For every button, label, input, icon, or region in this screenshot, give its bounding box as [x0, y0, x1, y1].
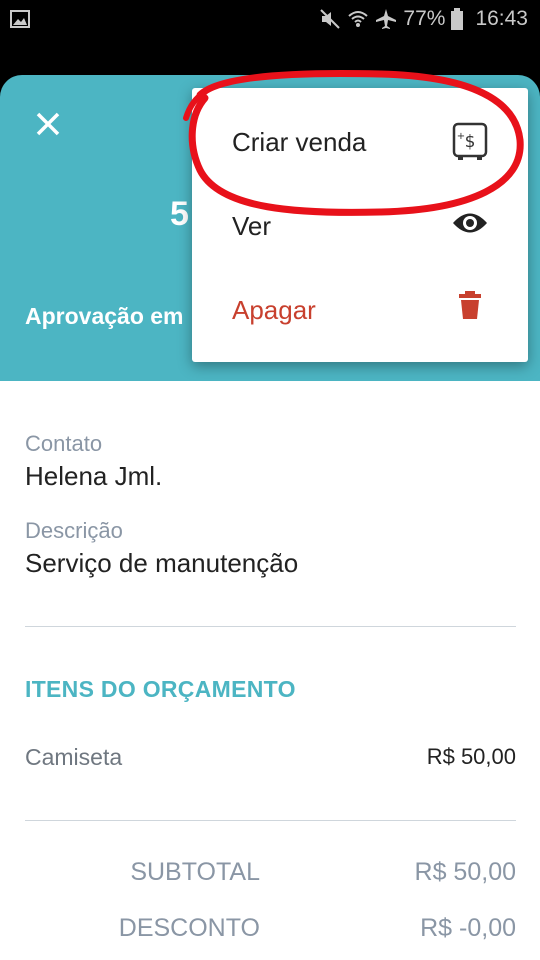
status-bar: 77% 16:43 [0, 0, 540, 37]
menu-item-create-sale[interactable]: Criar venda $ + [192, 100, 528, 184]
wifi-icon [347, 8, 369, 30]
airplane-mode-icon [375, 8, 397, 30]
subtotal-value: R$ 50,00 [414, 858, 516, 886]
menu-item-label: Ver [232, 211, 272, 241]
subtotal-label: SUBTOTAL [130, 858, 260, 886]
menu-item-view[interactable]: Ver [192, 184, 528, 268]
battery-percent: 77% [403, 7, 446, 30]
close-icon [36, 112, 60, 136]
menu-item-label: Apagar [232, 295, 316, 325]
quote-amount: 5 [170, 195, 189, 233]
svg-text:$: $ [465, 132, 476, 152]
contact-value: Helena Jml. [25, 461, 163, 491]
divider [25, 626, 516, 627]
actions-popup-menu: Criar venda $ + Ver Apagar [192, 88, 528, 362]
item-price: R$ 50,00 [426, 744, 516, 769]
quote-status: Aprovação em [25, 303, 184, 329]
divider [25, 820, 516, 821]
discount-label: DESCONTO [118, 914, 260, 942]
trash-icon [458, 290, 482, 325]
mute-icon [319, 8, 341, 30]
contact-label: Contato [25, 431, 103, 456]
menu-item-delete[interactable]: Apagar [192, 268, 528, 352]
cash-register-icon: $ + [452, 122, 488, 167]
close-button[interactable] [34, 110, 62, 138]
description-label: Descrição [25, 518, 123, 543]
item-name: Camiseta [25, 744, 123, 770]
gallery-notification-icon [10, 10, 30, 33]
battery-icon [451, 8, 464, 30]
description-value: Serviço de manutenção [25, 548, 299, 578]
svg-text:+: + [457, 131, 465, 142]
eye-icon [452, 210, 488, 241]
items-section-title: ITENS DO ORÇAMENTO [25, 676, 296, 702]
clock: 16:43 [475, 7, 528, 30]
menu-item-label: Criar venda [232, 127, 367, 157]
discount-value: R$ -0,00 [420, 914, 516, 942]
